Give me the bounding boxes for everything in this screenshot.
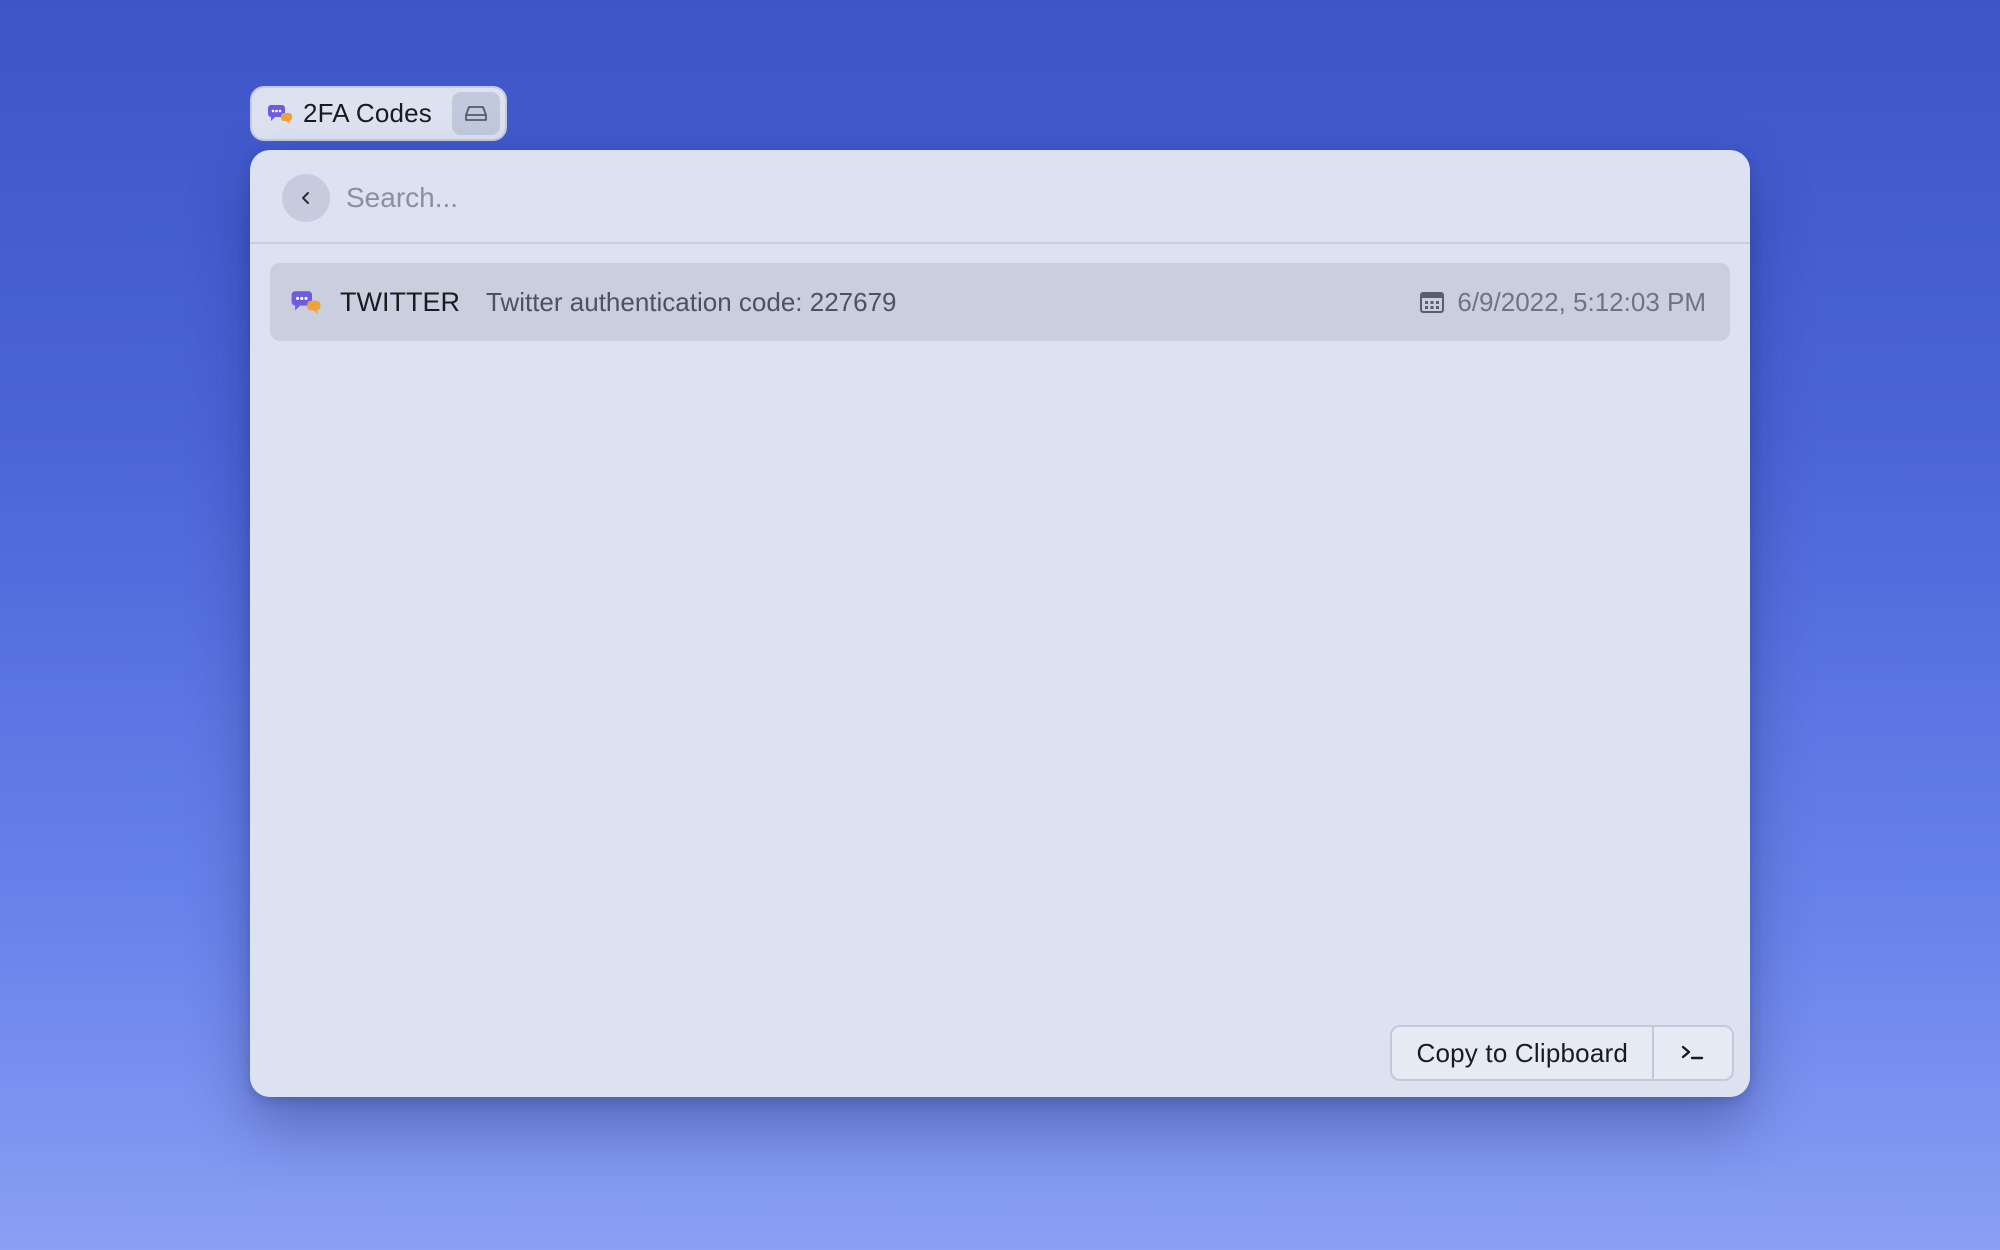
terminal-icon: [1681, 1045, 1704, 1060]
main-window: TWITTER Twitter authentication code: 227…: [250, 150, 1750, 1097]
chevron-left-icon: [302, 192, 309, 204]
extension-title: 2FA Codes: [303, 98, 432, 128]
search-bar: [250, 150, 1750, 244]
item-subtitle: Twitter authentication code: 227679: [485, 286, 897, 317]
copy-to-clipboard-button[interactable]: Copy to Clipboard: [1392, 1027, 1654, 1079]
chat-bubbles-icon: [290, 289, 322, 315]
item-title: TWITTER: [340, 286, 460, 317]
drive-icon[interactable]: [452, 92, 500, 135]
search-input[interactable]: [346, 174, 1706, 222]
back-button[interactable]: [282, 174, 330, 222]
action-bar: Copy to Clipboard: [1390, 1025, 1734, 1081]
extension-tab: 2FA Codes: [250, 86, 507, 141]
item-accessory: 6/9/2022, 5:12:03 PM: [1419, 287, 1706, 318]
item-date: 6/9/2022, 5:12:03 PM: [1457, 286, 1706, 317]
calendar-icon: [1419, 289, 1445, 315]
chat-bubbles-icon: [267, 103, 293, 125]
actions-menu-button[interactable]: [1654, 1027, 1732, 1079]
list-item[interactable]: TWITTER Twitter authentication code: 227…: [270, 263, 1730, 341]
